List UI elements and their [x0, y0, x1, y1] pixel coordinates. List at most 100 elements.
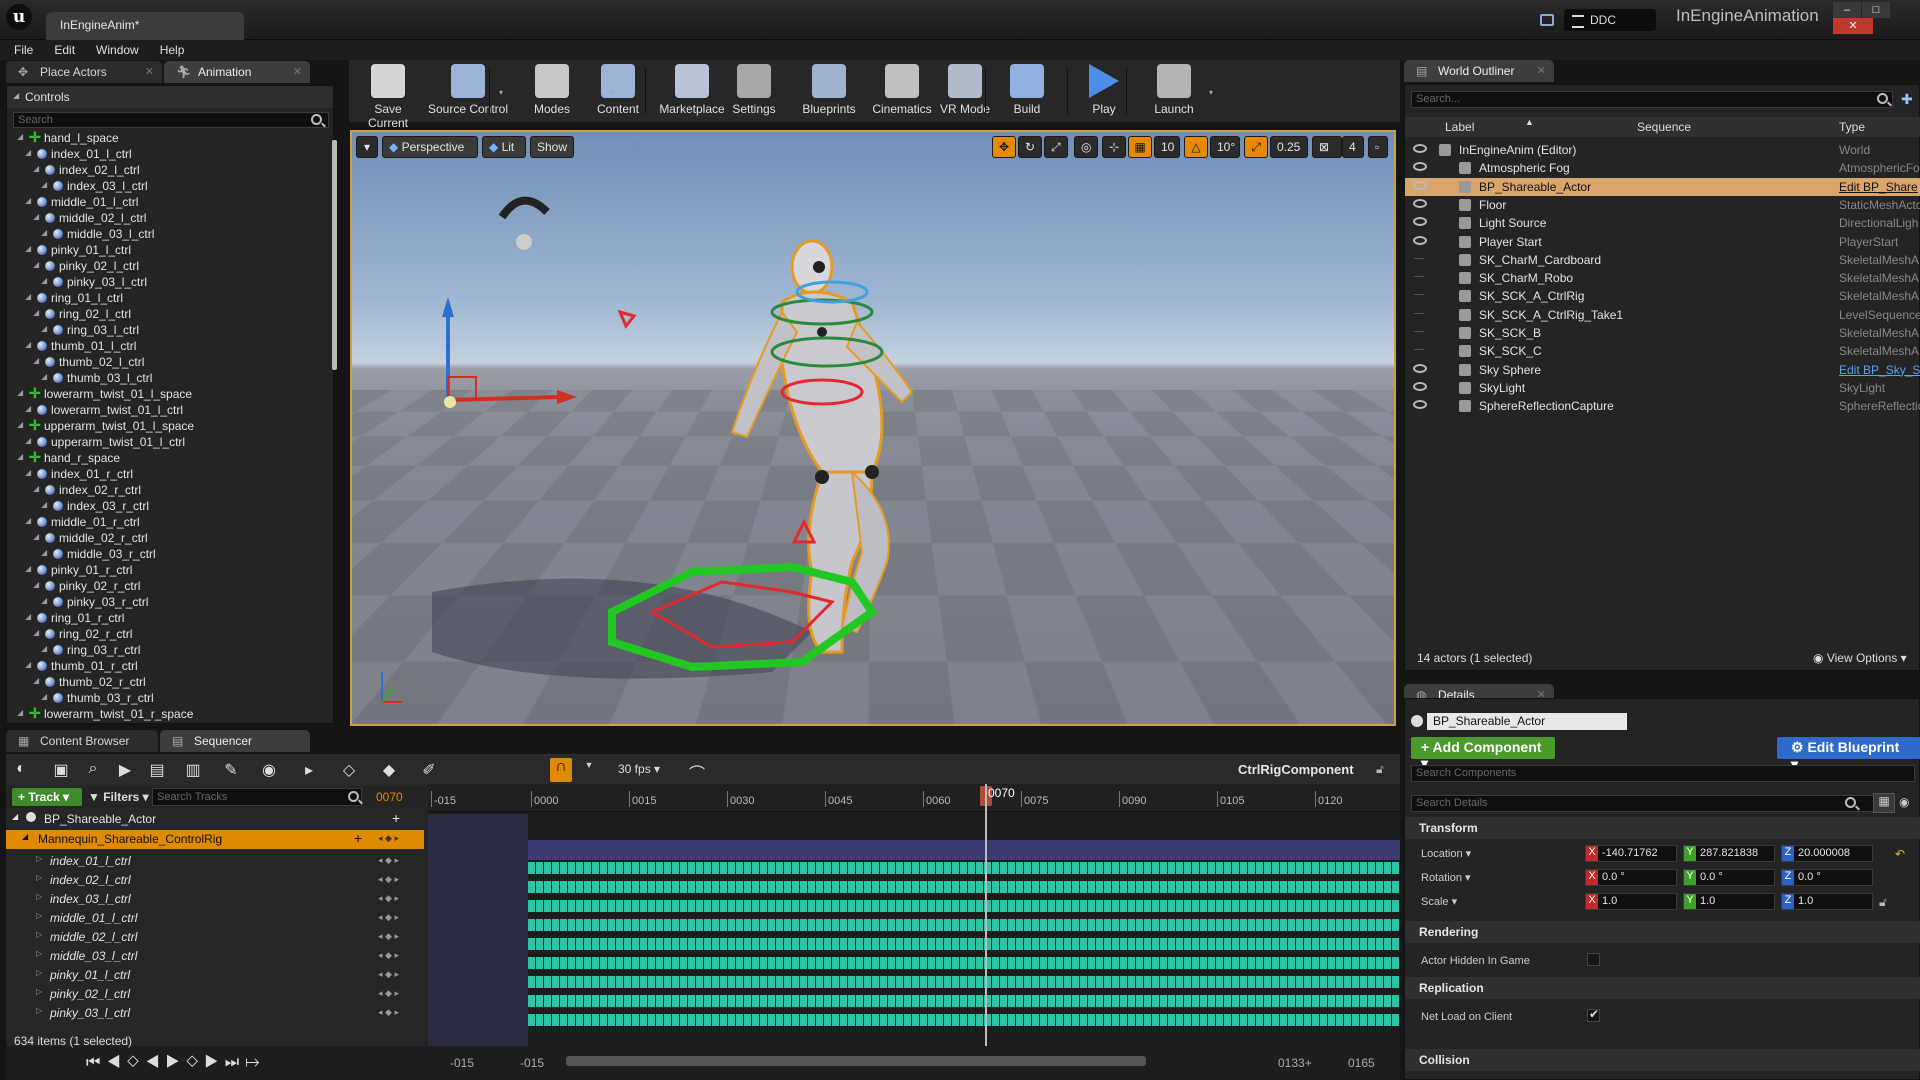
key-navigation-icons[interactable]: ◂ ◆ ▸ — [378, 893, 399, 904]
expand-arrow-icon[interactable]: ▷ — [36, 892, 42, 901]
expand-arrow-icon[interactable]: ◢ — [33, 164, 39, 173]
tree-item[interactable]: ◢ index_01_r_ctrl — [25, 467, 133, 483]
tree-item[interactable]: ◢ pinky_01_l_ctrl — [25, 243, 131, 259]
timeline[interactable]: -015 0000 0015 0030 0045 0060 0075 0090 0105 0120… — [428, 784, 1400, 1046]
pen-icon[interactable]: ✐ — [418, 760, 440, 780]
outliner-row[interactable]: SphereReflectionCapture SphereReflectic — [1405, 397, 1920, 415]
expand-arrow-icon[interactable]: ◢ — [33, 628, 39, 637]
rotation-y-field[interactable]: Y 0.0 ° — [1683, 869, 1775, 886]
surface-snap-icon[interactable]: ⊹ — [1102, 136, 1126, 158]
maximize-button[interactable]: □ — [1862, 2, 1890, 18]
expand-arrow-icon[interactable]: ◢ — [17, 132, 23, 141]
col-sequence[interactable]: Sequence — [1637, 120, 1691, 134]
expand-arrow-icon[interactable]: ◢ — [41, 548, 47, 557]
tree-item[interactable]: ◢ index_01_l_ctrl — [25, 147, 132, 163]
keyframe-strip[interactable] — [528, 919, 1400, 931]
outliner-row[interactable]: SK_CharM_Robo SkeletalMeshA — [1405, 269, 1920, 287]
notification-icon[interactable] — [1540, 14, 1554, 26]
visibility-eye-icon[interactable] — [1413, 381, 1427, 391]
keyframe-strip[interactable] — [528, 957, 1400, 969]
keyframe-strip[interactable] — [528, 1014, 1400, 1026]
collapse-arrow-icon[interactable]: ◢ — [12, 812, 18, 821]
expand-arrow-icon[interactable]: ◢ — [41, 324, 47, 333]
show-button[interactable]: Show — [530, 136, 574, 158]
tree-item[interactable]: ◢ ring_02_l_ctrl — [33, 307, 131, 323]
actor-hidden-checkbox[interactable] — [1587, 953, 1600, 966]
visibility-eye-icon[interactable] — [1413, 400, 1427, 410]
add-icon[interactable]: + — [354, 830, 362, 846]
outliner-row-type[interactable]: Edit BP_Share — [1839, 180, 1920, 194]
scale-mode-icon[interactable]: ⤢ — [1044, 136, 1068, 158]
replication-section[interactable]: Replication — [1405, 977, 1920, 999]
tree-item[interactable]: ◢ lowerarm_twist_01_l_ctrl — [25, 403, 183, 419]
scale-y-field[interactable]: Y 1.0 — [1683, 893, 1775, 910]
add-component-button[interactable]: + Add Component ▾ — [1411, 737, 1555, 771]
expand-arrow-icon[interactable]: ◢ — [41, 276, 47, 285]
expand-arrow-icon[interactable]: ◢ — [25, 468, 31, 477]
curve-editor-icon[interactable]: ⌒ — [686, 760, 708, 783]
key-navigation-icons[interactable]: ◂ ◆ ▸ — [378, 931, 399, 942]
expand-arrow-icon[interactable]: ◢ — [33, 308, 39, 317]
search-icon[interactable]: ⌕ — [82, 760, 104, 780]
scale-snap-icon[interactable]: ⤢ — [1244, 136, 1268, 158]
search-components-input[interactable]: Search Components — [1411, 765, 1915, 782]
expand-arrow-icon[interactable]: ◢ — [33, 676, 39, 685]
control-track[interactable]: ▷ pinky_03_l_ctrl ◂ ◆ ▸ — [6, 1004, 424, 1023]
key-navigation-icons[interactable]: ◂ ◆ ▸ — [378, 833, 399, 844]
expand-arrow-icon[interactable]: ◢ — [25, 292, 31, 301]
outliner-row[interactable]: InEngineAnim (Editor) World — [1405, 141, 1920, 159]
tools-icon[interactable]: ✎ — [220, 760, 242, 780]
outliner-row[interactable]: SK_CharM_Cardboard SkeletalMeshA — [1405, 251, 1920, 269]
playhead[interactable] — [985, 784, 987, 1046]
filters-button[interactable]: ▼ Filters ▾ — [88, 790, 149, 804]
control-track[interactable]: ▷ pinky_02_l_ctrl ◂ ◆ ▸ — [6, 985, 424, 1004]
close-icon[interactable]: ✕ — [1537, 64, 1546, 77]
visibility-eye-icon[interactable] — [1413, 162, 1427, 172]
tree-item[interactable]: ◢ middle_01_l_ctrl — [25, 195, 138, 211]
menu-help[interactable]: Help — [146, 40, 192, 57]
key-navigation-icons[interactable]: ◂ ◆ ▸ — [378, 1007, 399, 1018]
search-tracks-input[interactable]: Search Tracks — [152, 788, 362, 806]
view-icon[interactable]: ◉ — [258, 760, 280, 780]
outliner-row[interactable]: Sky Sphere Edit BP_Sky_S — [1405, 361, 1920, 379]
expand-arrow-icon[interactable]: ◢ — [25, 196, 31, 205]
outliner-row[interactable]: Light Source DirectionalLigh — [1405, 214, 1920, 232]
maximize-viewport-icon[interactable]: ▫ — [1368, 136, 1388, 158]
expand-arrow-icon[interactable]: ▷ — [36, 930, 42, 939]
control-track[interactable]: ▷ index_02_l_ctrl ◂ ◆ ▸ — [6, 871, 424, 890]
visibility-eye-icon[interactable] — [1413, 198, 1427, 208]
tree-item[interactable]: ◢ ring_01_r_ctrl — [25, 611, 124, 627]
controls-search-input[interactable]: Search — [13, 112, 329, 128]
expand-arrow-icon[interactable]: ◢ — [33, 260, 39, 269]
net-load-checkbox[interactable] — [1587, 1007, 1600, 1022]
expand-arrow-icon[interactable]: ◢ — [41, 180, 47, 189]
location-z-field[interactable]: Z 20.000008 — [1781, 845, 1873, 862]
visibility-eye-icon[interactable] — [1413, 180, 1427, 190]
search-details-input[interactable]: Search Details — [1411, 795, 1875, 812]
tree-item[interactable]: ◢ thumb_02_l_ctrl — [33, 355, 144, 371]
lock-icon[interactable]: 🔓︎ — [1376, 762, 1384, 777]
key-icon[interactable]: ◇ — [338, 760, 360, 780]
play-button[interactable]: Play — [1080, 62, 1128, 120]
controls-scrollbar[interactable] — [332, 140, 337, 370]
visibility-eye-icon[interactable] — [1413, 345, 1425, 351]
camera-speed-value[interactable]: 4 — [1342, 136, 1364, 158]
expand-arrow-icon[interactable]: ◢ — [25, 612, 31, 621]
outliner-row[interactable]: SK_SCK_C SkeletalMeshA — [1405, 342, 1920, 360]
expand-arrow-icon[interactable]: ◢ — [25, 436, 31, 445]
expand-arrow-icon[interactable]: ◢ — [33, 212, 39, 221]
visibility-eye-icon[interactable] — [1413, 217, 1427, 227]
keyframe-strip[interactable] — [528, 900, 1400, 912]
edit-blueprint-button[interactable]: ⚙ Edit Blueprint ▾ — [1777, 737, 1920, 772]
menu-window[interactable]: Window — [82, 40, 146, 57]
dropdown-arrow-icon[interactable]: ▾ — [1209, 88, 1213, 97]
outliner-row[interactable]: SK_SCK_A_CtrlRig_Take1 LevelSequence — [1405, 306, 1920, 324]
location-y-field[interactable]: Y 287.821838 — [1683, 845, 1775, 862]
control-track[interactable]: ▷ middle_03_l_ctrl ◂ ◆ ▸ — [6, 947, 424, 966]
tree-item[interactable]: ◢ middle_03_r_ctrl — [41, 547, 156, 563]
outliner-row[interactable]: Atmospheric Fog AtmosphericFo — [1405, 159, 1920, 177]
add-track-button[interactable]: + Track ▾ — [12, 788, 82, 806]
expand-arrow-icon[interactable]: ▷ — [36, 854, 42, 863]
perspective-button[interactable]: ◆ Perspective — [382, 136, 478, 158]
rotation-label[interactable]: Rotation ▾ — [1421, 871, 1471, 884]
